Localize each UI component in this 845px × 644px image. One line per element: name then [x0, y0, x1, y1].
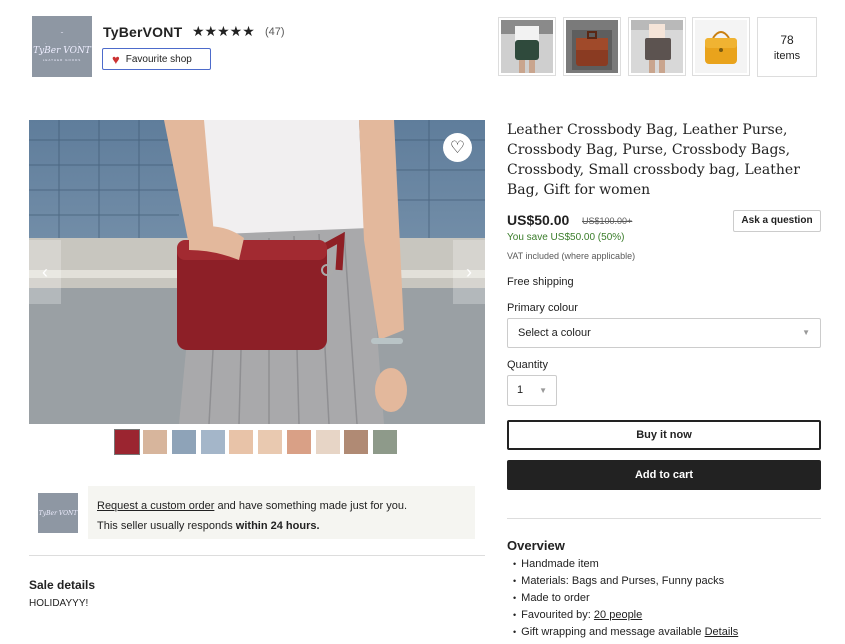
shop-item-thumbnail[interactable] — [628, 17, 686, 76]
quantity-label: Quantity — [507, 359, 548, 371]
image-thumbnail[interactable] — [172, 430, 196, 454]
dropdown-caret-icon: ▼ — [802, 328, 810, 337]
seller-avatar-text: TyBer VONT — [38, 509, 78, 517]
custom-order-box: Request a custom order and have somethin… — [88, 486, 475, 539]
items-count-label: items — [773, 49, 801, 62]
image-thumbnail[interactable] — [287, 430, 311, 454]
overview-title: Overview — [507, 538, 565, 553]
favourite-item-button[interactable]: ♡ — [443, 133, 472, 162]
seller-avatar[interactable]: TyBer VONT — [38, 493, 78, 533]
chevron-right-icon: › — [466, 261, 472, 282]
response-time: within 24 hours. — [235, 520, 320, 532]
vat-note: VAT included (where applicable) — [507, 251, 636, 261]
favourited-people-link[interactable]: 20 people — [594, 609, 642, 621]
shop-items-count[interactable]: 78 items — [757, 17, 817, 77]
image-thumbnail[interactable] — [143, 430, 167, 454]
brown-satchel-image — [566, 20, 618, 73]
overview-item: Made to order — [513, 590, 738, 607]
quantity-value: 1 — [517, 384, 524, 396]
buy-it-now-button[interactable]: Buy it now — [507, 420, 821, 450]
divider — [507, 518, 821, 519]
previous-image-button[interactable]: ‹ — [29, 240, 61, 304]
image-thumbnail[interactable] — [229, 430, 253, 454]
divider — [29, 555, 485, 556]
current-price: US$50.00 — [507, 212, 570, 228]
shop-item-thumbnail[interactable] — [692, 17, 750, 76]
ask-question-button[interactable]: Ask a question — [733, 210, 821, 232]
listing-title: Leather Crossbody Bag, Leather Purse, Cr… — [507, 122, 800, 198]
gift-details-link[interactable]: Details — [705, 626, 739, 638]
rating-stars[interactable]: ★★★★★ — [192, 23, 255, 40]
next-image-button[interactable]: › — [453, 240, 485, 304]
house-logo-icon — [45, 32, 79, 44]
custom-order-line: Request a custom order and have somethin… — [97, 496, 466, 516]
shop-item-thumbnail[interactable] — [563, 17, 621, 76]
chevron-left-icon: ‹ — [42, 261, 48, 282]
overview-list: Handmade item Materials: Bags and Purses… — [513, 556, 738, 641]
image-thumbnail[interactable] — [258, 430, 282, 454]
heart-icon: ♥ — [112, 51, 120, 67]
favourited-prefix: Favourited by: — [521, 609, 594, 621]
yellow-bag-image — [695, 20, 747, 73]
overview-item: Materials: Bags and Purses, Funny packs — [513, 573, 738, 590]
colour-select[interactable]: Select a colour ▼ — [507, 318, 821, 348]
overview-item: Handmade item — [513, 556, 738, 573]
response-prefix: This seller usually responds — [97, 520, 236, 532]
original-price: US$100.00+ — [582, 216, 633, 226]
custom-order-rest: and have something made just for you. — [214, 500, 408, 512]
main-product-image[interactable] — [29, 120, 485, 424]
overview-item-gift: Gift wrapping and message available Deta… — [513, 624, 738, 641]
request-custom-order-link[interactable]: Request a custom order — [97, 500, 214, 512]
review-count[interactable]: (47) — [265, 26, 285, 38]
crossbody-bag-photo — [29, 120, 485, 424]
image-thumbnail[interactable] — [201, 430, 225, 454]
image-thumbnail[interactable] — [373, 430, 397, 454]
items-count-number: 78 — [780, 32, 794, 47]
green-backpack-image — [501, 20, 553, 73]
image-thumbnail[interactable] — [114, 429, 140, 455]
gift-prefix: Gift wrapping and message available — [521, 626, 705, 638]
grey-tote-image — [631, 20, 683, 73]
logo-text: TyBer VONT — [33, 45, 91, 56]
favourite-shop-label: Favourite shop — [125, 53, 192, 65]
logo-subtext: LEATHER GOODS — [42, 57, 82, 62]
image-thumbnail[interactable] — [344, 430, 368, 454]
overview-item-favourited: Favourited by: 20 people — [513, 607, 738, 624]
response-line: This seller usually responds within 24 h… — [97, 516, 466, 536]
dropdown-caret-icon: ▼ — [539, 386, 547, 395]
colour-select-value: Select a colour — [518, 327, 591, 339]
sale-details-title: Sale details — [29, 578, 96, 592]
savings-text: You save US$50.00 (50%) — [507, 232, 625, 243]
shop-name[interactable]: TyBerVONT — [103, 24, 182, 40]
heart-outline-icon: ♡ — [449, 137, 466, 157]
shipping-text: Free shipping — [507, 276, 574, 288]
image-thumbnail[interactable] — [316, 430, 340, 454]
add-to-cart-button[interactable]: Add to cart — [507, 460, 821, 490]
shop-logo[interactable]: TyBer VONT LEATHER GOODS — [32, 16, 92, 77]
sale-details-text: HOLIDAYYY! — [29, 598, 89, 609]
quantity-select[interactable]: 1 ▼ — [507, 375, 557, 406]
colour-label: Primary colour — [507, 302, 578, 314]
shop-item-thumbnail[interactable] — [498, 17, 556, 76]
favourite-shop-button[interactable]: ♥ Favourite shop — [102, 48, 211, 70]
